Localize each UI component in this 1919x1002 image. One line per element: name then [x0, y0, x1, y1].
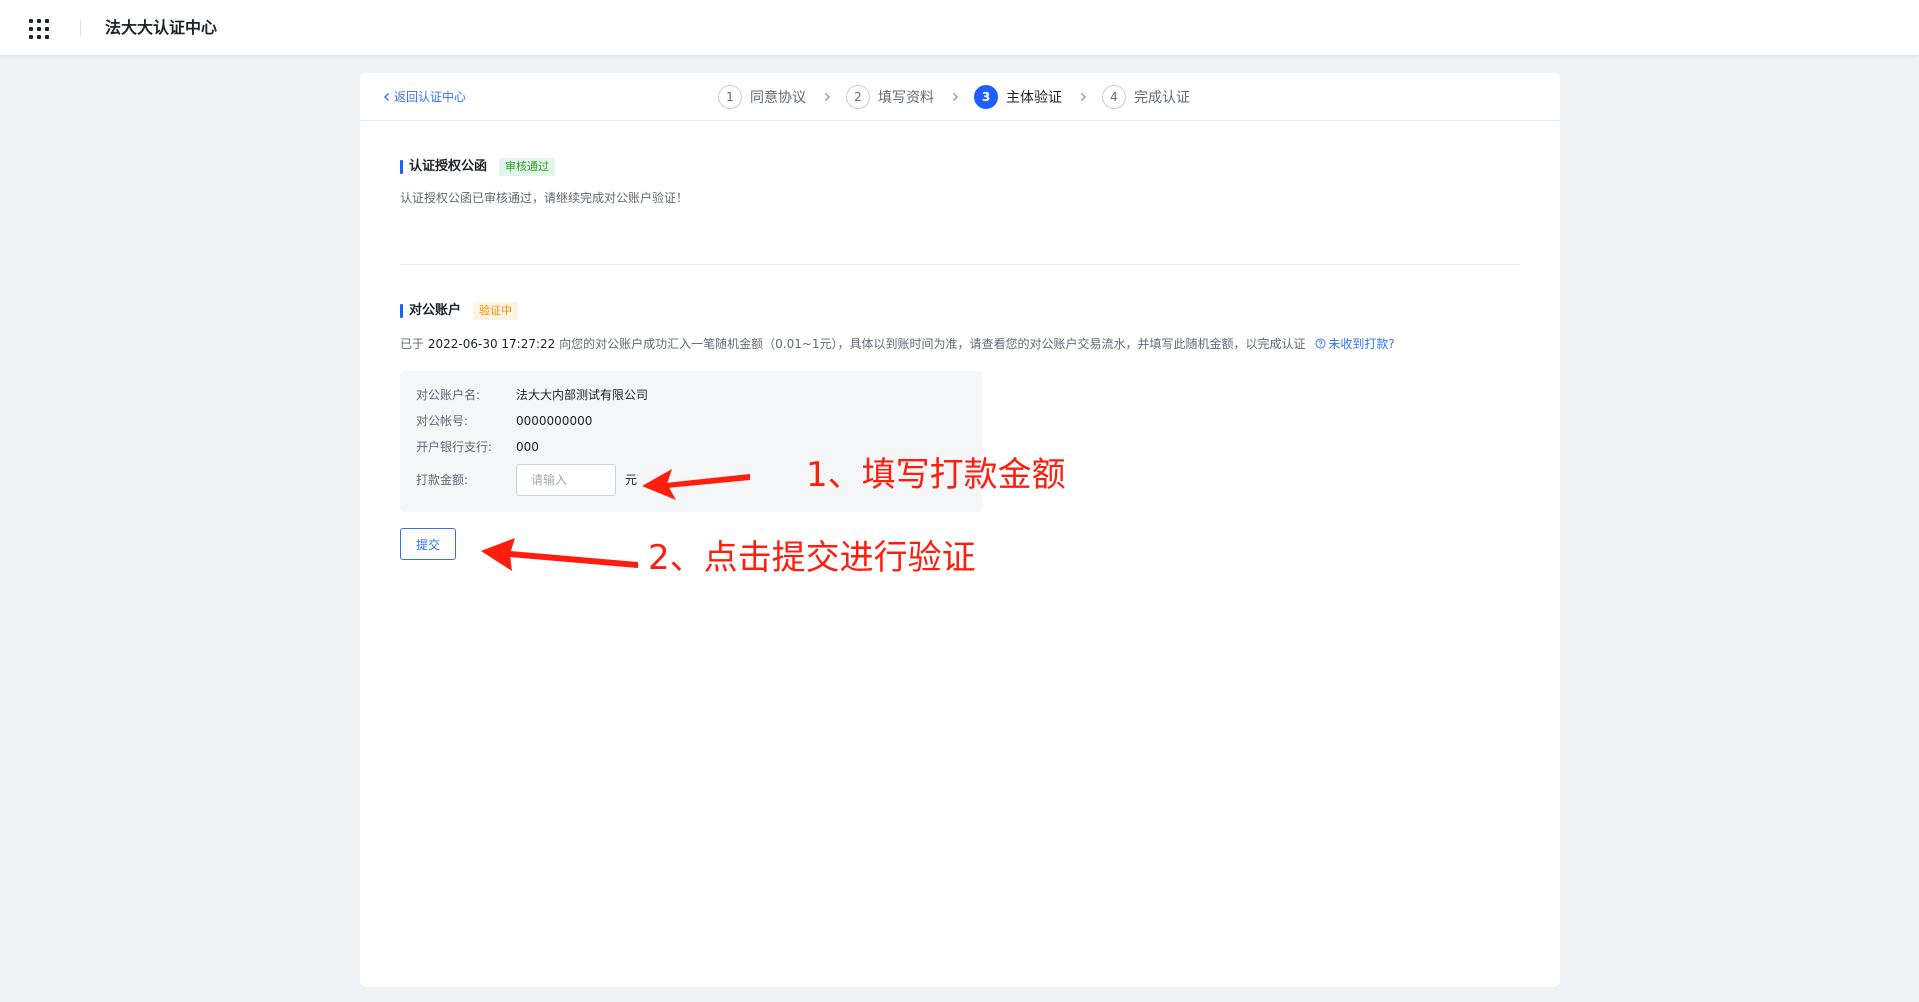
verification-card: 返回认证中心 1 同意协议 2 填写资料 3 主体验证 4 完成认证 认证授权公…	[360, 73, 1560, 987]
step-label-active: 主体验证	[1006, 90, 1062, 106]
app-title: 法大大认证中心	[105, 18, 218, 37]
annotation-step1: 1、填写打款金额	[806, 455, 1066, 495]
step-entity-verify[interactable]: 3 主体验证	[974, 85, 1062, 109]
submit-button[interactable]: 提交	[400, 528, 456, 560]
chevron-right-icon	[1078, 92, 1088, 102]
section-divider	[400, 264, 1520, 265]
annotation-step2: 2、点击提交进行验证	[648, 538, 976, 578]
step-number: 1	[718, 85, 742, 109]
letter-section-title: 认证授权公函 审核通过	[400, 158, 556, 176]
chevron-right-icon	[822, 92, 832, 102]
letter-title-text: 认证授权公函	[409, 159, 488, 174]
step-number: 2	[846, 85, 870, 109]
step-label: 同意协议	[750, 90, 806, 106]
amount-row: 打款金额: 元	[416, 464, 637, 496]
step-label: 填写资料	[878, 90, 934, 106]
bank-branch-value: 000	[516, 440, 539, 454]
account-name-row: 对公账户名: 法大大内部测试有限公司	[416, 386, 648, 404]
step-fill-info[interactable]: 2 填写资料	[846, 85, 934, 109]
letter-description: 认证授权公函已审核通过，请继续完成对公账户验证！	[400, 191, 689, 205]
step-number: 4	[1102, 85, 1126, 109]
apps-grid-icon[interactable]	[29, 19, 49, 39]
account-name-value: 法大大内部测试有限公司	[516, 388, 649, 402]
field-label: 对公账户名:	[416, 388, 481, 402]
account-number-value: 0000000000	[516, 414, 593, 428]
account-title-text: 对公账户	[409, 303, 462, 318]
question-circle-icon	[1315, 338, 1326, 349]
field-label: 打款金额:	[416, 473, 469, 487]
step-label: 完成认证	[1134, 90, 1190, 106]
field-label: 对公帐号:	[416, 414, 469, 428]
account-number-row: 对公帐号: 0000000000	[416, 412, 592, 430]
account-section-title: 对公账户 验证中	[400, 302, 519, 320]
back-link-label: 返回认证中心	[394, 90, 467, 104]
amount-input[interactable]	[516, 464, 616, 496]
bank-branch-row: 开户银行支行: 000	[416, 438, 539, 456]
card-header: 返回认证中心 1 同意协议 2 填写资料 3 主体验证 4 完成认证	[360, 73, 1560, 121]
chevron-left-icon	[384, 93, 389, 101]
amount-unit: 元	[625, 473, 638, 487]
title-accent-bar	[400, 160, 403, 174]
status-badge-verifying: 验证中	[473, 302, 519, 320]
step-progress: 1 同意协议 2 填写资料 3 主体验证 4 完成认证	[718, 85, 1190, 109]
field-label: 开户银行支行:	[416, 440, 493, 454]
status-badge-approved: 审核通过	[499, 158, 556, 176]
top-bar: 法大大认证中心	[0, 0, 1919, 56]
account-description: 已于 2022-06-30 17:27:22 向您的对公账户成功汇入一笔随机金额…	[400, 335, 1395, 353]
step-number-active: 3	[974, 85, 998, 109]
header-divider	[80, 20, 81, 36]
title-accent-bar	[400, 304, 403, 318]
chevron-right-icon	[950, 92, 960, 102]
desc-prefix: 已于	[400, 337, 425, 351]
step-agree-protocol[interactable]: 1 同意协议	[718, 85, 806, 109]
desc-timestamp: 2022-06-30 17:27:22	[427, 337, 556, 351]
desc-text: 向您的对公账户成功汇入一笔随机金额（0.01~1元），具体以到账时间为准，请查看…	[559, 337, 1306, 351]
back-to-center-link[interactable]: 返回认证中心	[382, 88, 466, 106]
step-complete[interactable]: 4 完成认证	[1102, 85, 1190, 109]
not-received-link[interactable]: 未收到打款?	[1309, 337, 1395, 351]
not-received-label: 未收到打款?	[1328, 337, 1395, 351]
